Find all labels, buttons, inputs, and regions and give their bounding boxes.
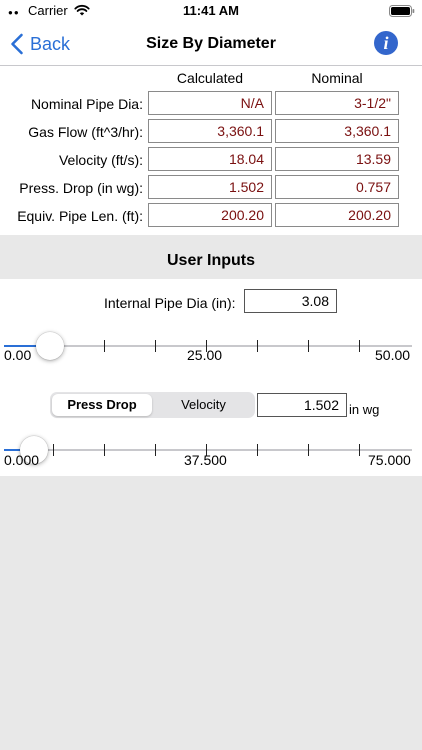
section-title: User Inputs — [166, 252, 255, 269]
segment-press-drop[interactable]: Press Drop — [52, 394, 152, 416]
slider-thumb[interactable] — [36, 332, 65, 360]
slider-tick — [308, 340, 309, 352]
page-title: Size By Diameter — [146, 35, 276, 52]
slider-tick — [359, 444, 360, 456]
calculated-gas-flow: 3,360.1 — [148, 119, 272, 143]
navigation-bar: Back Size By Diameter i — [0, 22, 422, 66]
nominal-velocity: 13.59 — [275, 147, 399, 171]
nominal-press-drop: 0.757 — [275, 175, 399, 199]
slider-tick — [104, 340, 105, 352]
info-icon[interactable]: i — [374, 31, 398, 55]
slider-tick — [257, 340, 258, 352]
pipe-slider-max-label: 50.00 — [375, 347, 411, 363]
battery-icon — [389, 5, 415, 17]
row-label-velocity: Velocity (ft/s): — [58, 152, 143, 168]
calculated-equiv-pipe-len: 200.20 — [148, 203, 272, 227]
calculated-nominal-pipe-dia: N/A — [148, 91, 272, 115]
calculated-press-drop: 1.502 — [148, 175, 272, 199]
press-slider-mid-label: 37.500 — [184, 452, 227, 468]
slider-track — [4, 449, 412, 451]
slider-tick — [104, 444, 105, 456]
mode-segmented-control: Press Drop Velocity — [50, 392, 255, 418]
nominal-nominal-pipe-dia: 3-1/2" — [275, 91, 399, 115]
pipe-slider-mid-label: 25.00 — [187, 347, 223, 363]
column-header-nominal: Nominal — [311, 70, 363, 86]
row-label-press-drop: Press. Drop (in wg): — [19, 180, 143, 196]
row-label-gas-flow: Gas Flow (ft^3/hr): — [28, 124, 143, 140]
pipe-slider-min-label: 0.00 — [4, 347, 32, 363]
pipe-dia-label: Internal Pipe Dia (in): — [104, 295, 236, 311]
press-slider-max-label: 75.000 — [368, 452, 411, 468]
pipe-dia-input[interactable]: 3.08 — [244, 289, 337, 313]
slider-tick — [53, 444, 54, 456]
slider-tick — [257, 444, 258, 456]
slider-tick — [359, 340, 360, 352]
slider-tick — [308, 444, 309, 456]
nominal-equiv-pipe-len: 200.20 — [275, 203, 399, 227]
row-label-equiv-pipe-len: Equiv. Pipe Len. (ft): — [17, 208, 143, 224]
press-unit-label: in wg — [349, 402, 380, 417]
status-time: 11:41 AM — [183, 3, 239, 18]
status-bar: ●● Carrier 11:41 AM — [0, 0, 422, 22]
slider-tick — [155, 444, 156, 456]
press-drop-input[interactable]: 1.502 — [257, 393, 347, 417]
row-label-nominal-pipe-dia: Nominal Pipe Dia: — [30, 96, 143, 112]
slider-tick — [155, 340, 156, 352]
section-header-user-inputs: User Inputs — [0, 235, 422, 279]
segment-velocity[interactable]: Velocity — [154, 394, 253, 416]
nominal-gas-flow: 3,360.1 — [275, 119, 399, 143]
calculated-velocity: 18.04 — [148, 147, 272, 171]
column-header-calculated: Calculated — [176, 70, 244, 86]
press-slider-min-label: 0.000 — [4, 452, 40, 468]
